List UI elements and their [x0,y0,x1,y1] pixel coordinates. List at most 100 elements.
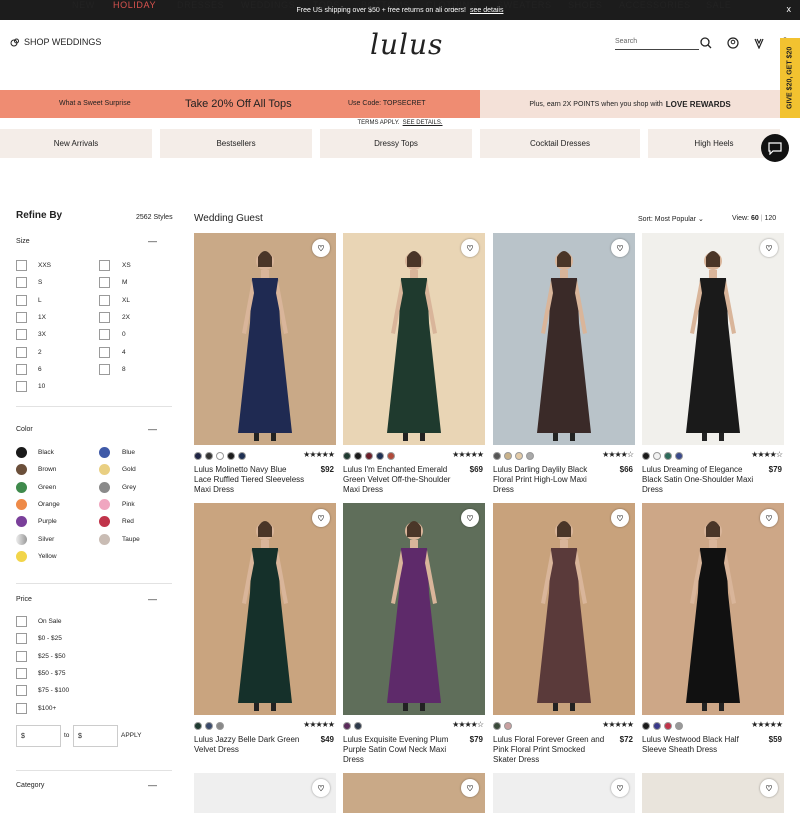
price-checkbox[interactable] [16,616,27,627]
collapse-icon[interactable]: — [148,780,157,790]
collapse-icon[interactable]: — [148,236,157,246]
product-image[interactable]: ♡ [194,773,336,813]
nav-item-shoes[interactable]: SHOES [568,0,603,10]
size-checkbox[interactable] [16,381,27,393]
view-60[interactable]: 60 [751,215,759,222]
swatch-dot[interactable] [504,452,512,460]
nav-item-bottoms[interactable]: BOTTOMS [361,0,410,10]
nav-item-clothing[interactable]: CLOTHING [426,0,477,10]
size-checkbox[interactable] [16,277,27,289]
product-card[interactable]: ♡ ★★★★☆ Lulus Dreaming of Elegance Black S… [642,233,784,494]
wishlist-heart-icon[interactable]: ♡ [461,779,479,797]
chip-4[interactable]: High Heels [648,129,780,158]
size-checkbox[interactable] [16,329,27,341]
view-120[interactable]: 120 [764,215,776,222]
swatch-dot[interactable] [675,722,683,730]
nav-item-sale[interactable]: SALE [706,0,731,10]
swatch-dot[interactable] [194,722,202,730]
product-image[interactable]: ♡ [343,233,485,445]
swatch-dot[interactable] [493,722,501,730]
swatch-dot[interactable] [675,452,683,460]
color-swatch[interactable] [16,516,27,528]
swatch-dot[interactable] [653,722,661,730]
swatch-dot[interactable] [205,722,213,730]
wishlist-heart-icon[interactable]: ♡ [312,509,330,527]
product-card[interactable]: ♡ ★★★★☆ Lulus Darling Daylily Black Floral… [493,233,635,494]
product-image[interactable]: ♡ [493,503,635,715]
price-checkbox[interactable] [16,667,27,679]
color-swatch[interactable] [99,498,110,510]
chat-button[interactable] [761,134,789,162]
product-card[interactable]: ♡ ★★★★★ Lulus Floral Forever Green and Pin… [493,503,635,764]
nav-item-accessories[interactable]: ACCESSORIES [619,0,691,10]
size-checkbox[interactable] [99,346,110,358]
swatch-dot[interactable] [354,452,362,460]
swatch-dot[interactable] [194,452,202,460]
product-name[interactable]: Lulus Floral Forever Green and Pink Flor… [493,735,605,765]
color-swatch[interactable] [16,498,27,510]
nav-item-new[interactable]: NEW [72,0,95,10]
product-card[interactable]: ♡ ★★★★☆ Lulus Exquisite Evening Plum Purpl… [343,503,485,764]
sort-dropdown[interactable]: Sort: Most Popular ⌄ [638,215,704,223]
size-checkbox[interactable] [99,260,110,271]
color-swatch[interactable] [99,481,110,493]
color-swatch[interactable] [16,533,27,545]
product-card[interactable]: ♡ [493,773,635,813]
product-card[interactable]: ♡ ★★★★★ Lulus I'm Enchanted Emerald Green … [343,233,485,494]
chip-0[interactable]: New Arrivals [0,129,152,158]
product-name[interactable]: Lulus Exquisite Evening Plum Purple Sati… [343,735,455,765]
wishlist-heart-icon[interactable]: ♡ [760,509,778,527]
wishlist-heart-icon[interactable]: ♡ [312,779,330,797]
wishlist-heart-icon[interactable]: ♡ [611,779,629,797]
size-checkbox[interactable] [16,260,27,271]
swatch-dot[interactable] [515,452,523,460]
wishlist-heart-icon[interactable]: ♡ [611,239,629,257]
color-swatch[interactable] [16,481,27,493]
give-get-tab[interactable]: GIVE $20, GET $20 [780,38,800,118]
color-swatch[interactable] [99,533,110,545]
wishlist-heart-icon[interactable]: ♡ [312,239,330,257]
swatch-dot[interactable] [493,452,501,460]
apply-button[interactable]: APPLY [121,732,141,739]
size-checkbox[interactable] [16,294,27,306]
nav-item-dresses[interactable]: DRESSES [177,0,224,10]
product-image[interactable]: ♡ [642,503,784,715]
product-card[interactable]: ♡ [343,773,485,813]
swatch-dot[interactable] [526,452,534,460]
swatch-dot[interactable] [376,452,384,460]
color-swatch[interactable] [16,447,27,458]
product-image[interactable]: ♡ [194,503,336,715]
nav-item-holiday[interactable]: HOLIDAY [113,0,156,10]
swatch-dot[interactable] [642,452,650,460]
terms-link[interactable]: SEE DETAILS. [403,120,443,126]
search-input[interactable]: Search [615,38,699,50]
size-checkbox[interactable] [16,346,27,358]
user-icon[interactable] [727,37,739,49]
swatch-dot[interactable] [227,452,235,460]
size-checkbox[interactable] [16,363,27,375]
price-checkbox[interactable] [16,685,27,697]
price-checkbox[interactable] [16,633,27,645]
wishlist-heart-icon[interactable]: ♡ [760,239,778,257]
product-card[interactable]: ♡ [642,773,784,813]
swatch-dot[interactable] [664,452,672,460]
rewards-banner[interactable]: Plus, earn 2X POINTS when you shop with … [480,90,780,118]
color-swatch[interactable] [16,464,27,476]
product-image[interactable]: ♡ [343,773,485,813]
product-card[interactable]: ♡ ★★★★★ Lulus Molinetto Navy Blue Lace Ruf… [194,233,336,494]
chip-1[interactable]: Bestsellers [160,129,312,158]
price-checkbox[interactable] [16,650,27,662]
swatch-dot[interactable] [642,722,650,730]
swatch-dot[interactable] [354,722,362,730]
color-swatch[interactable] [16,550,27,562]
size-checkbox[interactable] [16,311,27,323]
swatch-dot[interactable] [216,722,224,730]
collapse-icon[interactable]: — [148,424,157,434]
product-image[interactable]: ♡ [642,773,784,813]
nav-item-weddings[interactable]: WEDDINGS [241,0,295,10]
swatch-dot[interactable] [238,452,246,460]
size-checkbox[interactable] [99,311,110,323]
wishlist-heart-icon[interactable]: ♡ [461,509,479,527]
nav-item-sweaters[interactable]: SWEATERS [497,0,552,10]
product-card[interactable]: ♡ ★★★★★ Lulus Westwood Black Half Sleeve S… [642,503,784,754]
